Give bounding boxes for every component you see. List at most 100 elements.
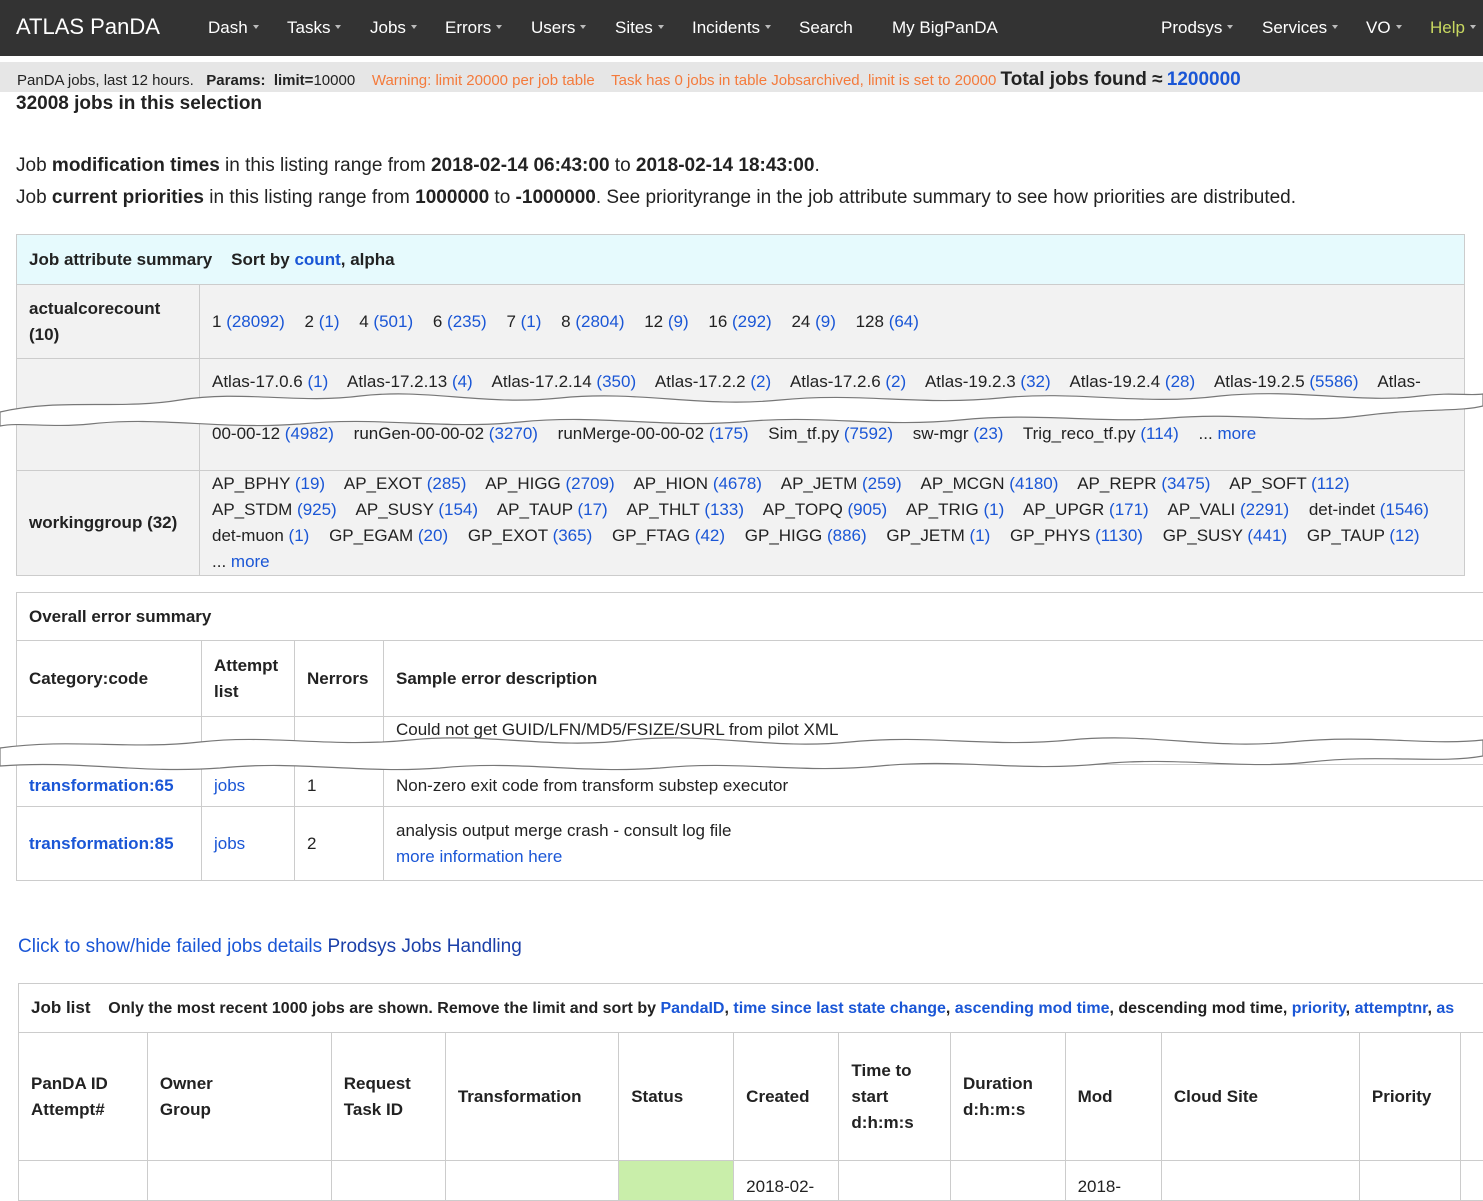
workinggroup-entry-count-link[interactable]: (886) [827,526,867,545]
transformation-entry-count-link[interactable]: (23) [973,424,1003,443]
sort-descending-mod-time[interactable]: descending mod time [1118,1000,1282,1017]
transformation-entry-count-link[interactable]: (4) [452,372,473,391]
transformation-entry-key[interactable]: Atlas-17.2.14 [492,372,597,391]
nav-help[interactable]: Help [1430,18,1476,38]
workinggroup-entry-count-link[interactable]: (42) [695,526,725,545]
sort-pandaid[interactable]: PandaID [660,1000,724,1017]
workinggroup-entry-count-link[interactable]: (1) [289,526,310,545]
nav-prodsys[interactable]: Prodsys [1161,18,1233,38]
workinggroup-entry-key[interactable]: det-indet [1309,500,1380,519]
sort-by-count[interactable]: count [294,250,340,269]
transformation-entry-count-link[interactable]: (5586) [1309,372,1358,391]
workinggroup-entry-count-link[interactable]: (365) [553,526,593,545]
workinggroup-entry-key[interactable]: GP_EXOT [468,526,553,545]
workinggroup-entry-key[interactable]: AP_TOPQ [763,500,848,519]
sort-priority[interactable]: priority [1292,1000,1346,1017]
workinggroup-entry-count-link[interactable]: (4678) [713,474,762,493]
workinggroup-entry-count-link[interactable]: (285) [427,474,467,493]
workinggroup-entry-count-link[interactable]: (925) [297,500,337,519]
error-jobs-link[interactable]: jobs [202,807,295,881]
corecount-entry-key[interactable]: 7 [506,312,520,331]
more-info-link[interactable]: more information here [396,847,562,866]
workinggroup-entry-count-link[interactable]: (905) [848,500,888,519]
workinggroup-entry-count-link[interactable]: (1) [983,500,1004,519]
workinggroup-entry-count-link[interactable]: (171) [1109,500,1149,519]
workinggroup-entry-key[interactable]: GP_EGAM [329,526,418,545]
total-jobs-value[interactable]: 1200000 [1167,69,1241,90]
nav-tasks[interactable]: Tasks [287,18,341,38]
workinggroup-entry-key[interactable]: AP_SOFT [1229,474,1311,493]
workinggroup-entry-count-link[interactable]: (1546) [1380,500,1429,519]
workinggroup-entry-key[interactable]: AP_UPGR [1023,500,1109,519]
corecount-entry-count-link[interactable]: (235) [447,312,487,331]
workinggroup-entry-count-link[interactable]: (17) [577,500,607,519]
corecount-entry-count-link[interactable]: (28092) [226,312,285,331]
workinggroup-entry-key[interactable]: AP_SUSY [356,500,439,519]
workinggroup-entry-key[interactable]: det-muon [212,526,289,545]
corecount-entry-key[interactable]: 16 [708,312,732,331]
workinggroup-entry-key[interactable]: GP_SUSY [1163,526,1248,545]
transformation-entry-count-link[interactable]: (7592) [844,424,893,443]
corecount-entry-key[interactable]: 4 [359,312,373,331]
error-category-link[interactable]: transformation:85 [17,807,202,881]
workinggroup-entry-count-link[interactable]: (3475) [1161,474,1210,493]
nav-incidents[interactable]: Incidents [692,18,771,38]
transformation-entry-key[interactable]: Atlas-19.2.4 [1069,372,1164,391]
corecount-entry-key[interactable]: 2 [305,312,319,331]
workinggroup-entry-count-link[interactable]: (112) [1311,474,1349,493]
sort-attemptnr[interactable]: attemptnr [1355,1000,1428,1017]
corecount-entry-key[interactable]: 1 [212,312,226,331]
nav-jobs[interactable]: Jobs [370,18,417,38]
corecount-entry-count-link[interactable]: (501) [373,312,413,331]
transformation-entry-key[interactable]: Atlas-17.2.13 [347,372,452,391]
transformation-entry-key[interactable]: Atlas-17.2.2 [655,372,750,391]
transformation-entry-count-link[interactable]: (2) [750,372,771,391]
workinggroup-entry-key[interactable]: AP_EXOT [344,474,427,493]
transformation-entry-key[interactable]: Sim_tf.py [768,424,844,443]
workinggroup-entry-count-link[interactable]: (154) [438,500,478,519]
transformation-entry-count-link[interactable]: (4982) [285,424,334,443]
nav-users[interactable]: Users [531,18,586,38]
corecount-entry-key[interactable]: 8 [561,312,575,331]
workinggroup-entry-key[interactable]: GP_TAUP [1307,526,1390,545]
corecount-entry-key[interactable]: 128 [856,312,889,331]
transformation-entry-count-link[interactable]: (32) [1020,372,1050,391]
nav-services[interactable]: Services [1262,18,1338,38]
transformation-entry-key[interactable]: Trig_reco_tf.py [1023,424,1140,443]
corecount-entry-count-link[interactable]: (2804) [575,312,624,331]
transformation-entry-key[interactable]: Atlas-17.2.6 [790,372,885,391]
transformation-entry-count-link[interactable]: (114) [1140,424,1178,443]
workinggroup-entry-count-link[interactable]: (259) [862,474,902,493]
workinggroup-entry-count-link[interactable]: (1) [970,526,991,545]
transformation-entry-key[interactable]: Atlas-17.0.6 [212,372,307,391]
corecount-entry-count-link[interactable]: (1) [521,312,542,331]
workinggroup-entry-key[interactable]: GP_FTAG [612,526,695,545]
sort-time-since-last-state-change[interactable]: time since last state change [733,1000,946,1017]
workinggroup-entry-key[interactable]: GP_PHYS [1010,526,1095,545]
nav-dash[interactable]: Dash [208,18,259,38]
workinggroup-entry-key[interactable]: AP_MCGN [920,474,1009,493]
workinggroup-entry-key[interactable]: AP_HIGG [485,474,565,493]
prodsys-jobs-handling-link[interactable]: Prodsys Jobs Handling [327,936,521,957]
workinggroup-entry-count-link[interactable]: (12) [1389,526,1419,545]
corecount-entry-count-link[interactable]: (9) [668,312,689,331]
transformation-entry-count-link[interactable]: (28) [1165,372,1195,391]
transformation-entry-key[interactable]: sw-mgr [913,424,973,443]
workinggroup-entry-key[interactable]: AP_VALI [1168,500,1240,519]
workinggroup-entry-key[interactable]: AP_REPR [1077,474,1161,493]
transformation-entry-count-link[interactable]: (1) [307,372,328,391]
transformation-entry-key[interactable]: runGen-00-00-02 [354,424,489,443]
workinggroup-entry-count-link[interactable]: (19) [295,474,325,493]
corecount-entry-count-link[interactable]: (292) [732,312,772,331]
workinggroup-entry-key[interactable]: AP_TRIG [906,500,983,519]
workinggroup-entry-key[interactable]: AP_TAUP [497,500,578,519]
corecount-entry-count-link[interactable]: (64) [889,312,919,331]
workinggroup-entry-key[interactable]: GP_JETM [886,526,969,545]
nav-vo[interactable]: VO [1366,18,1402,38]
transformation-entry-truncated[interactable]: Atlas- [1377,372,1420,391]
workinggroup-entry-key[interactable]: AP_HION [633,474,712,493]
nav-errors[interactable]: Errors [445,18,502,38]
workinggroup-entry-key[interactable]: AP_THLT [627,500,705,519]
nav-mybigpanda[interactable]: My BigPanDA [892,18,998,38]
nav-search[interactable]: Search [799,18,853,38]
